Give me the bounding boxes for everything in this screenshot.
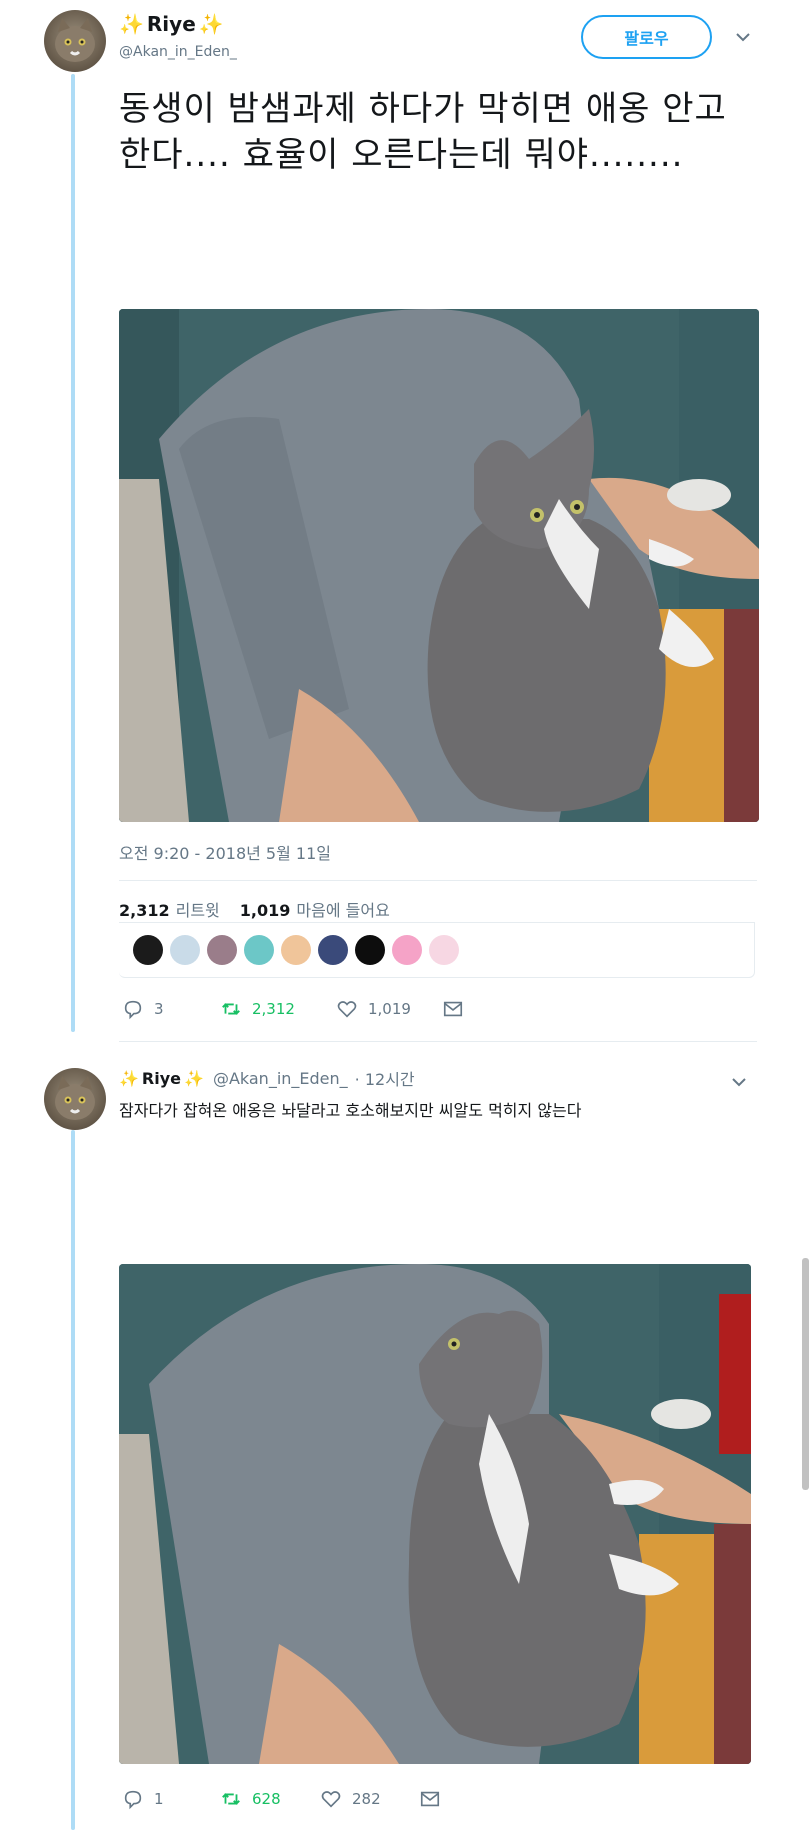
liker-avatar[interactable] — [281, 935, 311, 965]
retweets-count[interactable]: 2,312 — [119, 901, 170, 920]
tweet-text-line: 동생이 밤샘과제 하다가 막히면 애옹 안고 — [119, 89, 727, 129]
heart-icon — [321, 1791, 341, 1808]
envelope-icon — [443, 1001, 463, 1017]
sparkle-icon: ✨ — [119, 12, 144, 36]
liker-avatar[interactable] — [207, 935, 237, 965]
reply-icon — [124, 1790, 142, 1810]
retweets-label[interactable]: 리트윗 — [176, 897, 220, 921]
tweet-text: 잠자다가 잡혀온 애옹은 놔달라고 호소해보지만 씨알도 먹히지 않는다 — [119, 1101, 582, 1120]
like-count: 282 — [352, 1790, 381, 1808]
author-name[interactable]: ✨ Riye ✨ — [119, 12, 224, 36]
sparkle-icon: ✨ — [198, 12, 224, 36]
chevron-down-icon[interactable] — [731, 1073, 747, 1092]
scrollbar[interactable] — [802, 1258, 809, 1490]
author-line: ✨ Riye ✨ @Akan_in_Eden_ · 12시간 — [119, 1066, 415, 1090]
direct-message-button[interactable] — [442, 998, 464, 1020]
direct-message-button[interactable] — [419, 1788, 441, 1810]
cat-photo-icon — [119, 309, 759, 822]
liker-avatar[interactable] — [392, 935, 422, 965]
reply-icon — [124, 1000, 142, 1020]
tweet-text-line: 한다.... 효율이 오른다는데 뭐야........ — [119, 135, 684, 175]
sparkle-icon: ✨ — [119, 1068, 139, 1088]
chevron-down-icon[interactable] — [735, 28, 751, 47]
liker-avatar[interactable] — [133, 935, 163, 965]
engagement-stats: 2,312 리트윗 1,019 마음에 들어요 — [119, 897, 390, 921]
sparkle-icon: ✨ — [184, 1068, 204, 1088]
avatar[interactable] — [44, 1068, 106, 1130]
retweet-button[interactable]: 628 — [220, 1788, 320, 1810]
liker-avatar[interactable] — [318, 935, 348, 965]
like-button[interactable]: 1,019 — [336, 998, 442, 1020]
tweet-actions: 1 628 282 — [122, 1788, 441, 1810]
retweet-icon — [222, 1003, 240, 1015]
divider — [119, 880, 757, 881]
liker-avatars — [119, 922, 755, 978]
thread-line — [71, 74, 75, 1032]
like-button[interactable]: 282 — [320, 1788, 419, 1810]
retweet-count: 2,312 — [252, 1000, 295, 1018]
tweet-photo[interactable] — [119, 309, 759, 822]
reply-count: 3 — [154, 1000, 164, 1018]
liker-avatar[interactable] — [355, 935, 385, 965]
author-handle[interactable]: @Akan_in_Eden_ — [213, 1069, 348, 1088]
divider — [119, 1041, 757, 1042]
tweet-photo[interactable] — [119, 1264, 751, 1764]
liker-avatar[interactable] — [244, 935, 274, 965]
follow-button[interactable]: 팔로우 — [581, 15, 712, 59]
display-name: Riye — [146, 12, 196, 36]
retweet-count: 628 — [252, 1790, 281, 1808]
tweet-actions: 3 2,312 1,019 — [122, 998, 464, 1020]
like-count: 1,019 — [368, 1000, 411, 1018]
cat-avatar-icon — [55, 1076, 95, 1120]
thread-line — [71, 1130, 75, 1830]
tweet-time[interactable]: · 12시간 — [355, 1066, 415, 1090]
heart-icon — [337, 1001, 357, 1018]
author-handle[interactable]: @Akan_in_Eden_ — [119, 44, 237, 60]
cat-photo-icon — [119, 1264, 751, 1764]
reply-button[interactable]: 3 — [122, 998, 220, 1020]
envelope-icon — [420, 1791, 440, 1807]
liker-avatar[interactable] — [429, 935, 459, 965]
display-name[interactable]: Riye — [142, 1069, 181, 1088]
reply-button[interactable]: 1 — [122, 1788, 220, 1810]
tweet-text: 동생이 밤샘과제 하다가 막히면 애옹 안고 한다.... 효율이 오른다는데 … — [119, 86, 779, 178]
retweet-icon — [222, 1793, 240, 1805]
likes-count[interactable]: 1,019 — [240, 901, 291, 920]
cat-avatar-icon — [55, 18, 95, 62]
tweet-timestamp[interactable]: 오전 9:20 - 2018년 5월 11일 — [119, 840, 331, 864]
avatar[interactable] — [44, 10, 106, 72]
retweet-button[interactable]: 2,312 — [220, 998, 336, 1020]
reply-count: 1 — [154, 1790, 164, 1808]
liker-avatar[interactable] — [170, 935, 200, 965]
likes-label[interactable]: 마음에 들어요 — [296, 897, 389, 921]
